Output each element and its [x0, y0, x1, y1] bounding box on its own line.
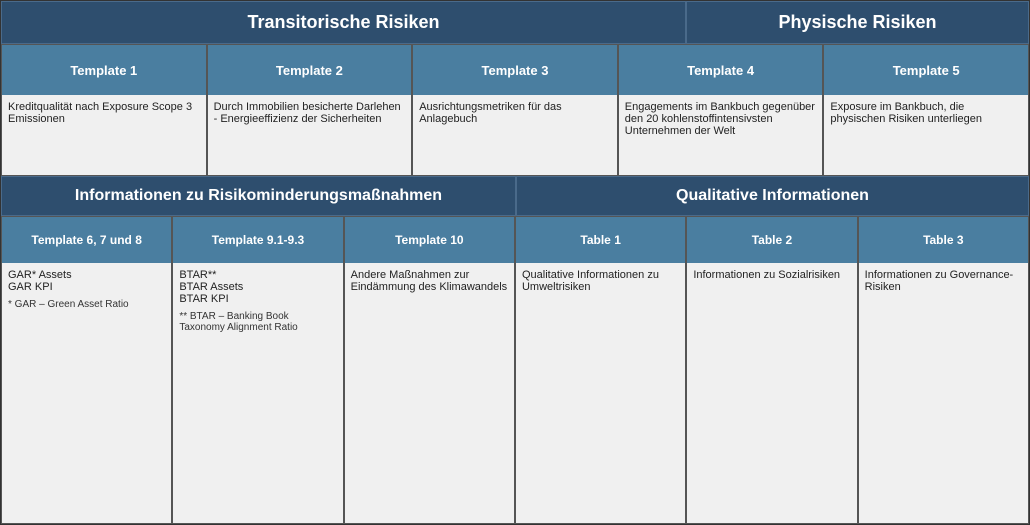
bottom-col-1: Template 6, 7 und 8 GAR* AssetsGAR KPI *… — [1, 216, 172, 524]
bottom-template-10-body: Andere Maßnahmen zur Eindämmung des Klim… — [345, 263, 514, 523]
template-4-header: Template 4 — [619, 45, 823, 95]
bottom-row: Template 6, 7 und 8 GAR* AssetsGAR KPI *… — [1, 216, 1029, 524]
bottom-table3-header: Table 3 — [859, 217, 1028, 263]
header-row: Transitorische Risiken Physische Risiken — [1, 1, 1029, 44]
top-templates-row: Template 1 Kreditqualität nach Exposure … — [1, 44, 1029, 176]
section-risiko: Informationen zu Risikominderungsmaßnahm… — [1, 176, 516, 216]
section-row: Informationen zu Risikominderungsmaßnahm… — [1, 176, 1029, 216]
template-1-body: Kreditqualität nach Exposure Scope 3 Emi… — [2, 95, 206, 175]
template-col-5: Template 5 Exposure im Bankbuch, die phy… — [823, 44, 1029, 176]
header-transitorische-label: Transitorische Risiken — [247, 12, 439, 32]
template-2-header: Template 2 — [208, 45, 412, 95]
bottom-template-678-footnote: * GAR – Green Asset Ratio — [8, 299, 165, 310]
template-4-body: Engagements im Bankbuch gegenüber den 20… — [619, 95, 823, 175]
template-1-header: Template 1 — [2, 45, 206, 95]
section-qualitative: Qualitative Informationen — [516, 176, 1029, 216]
bottom-template-91-93-footnote: ** BTAR – Banking Book Taxonomy Alignmen… — [179, 311, 336, 333]
bottom-template-678-header: Template 6, 7 und 8 — [2, 217, 171, 263]
bottom-table2-header: Table 2 — [687, 217, 856, 263]
header-physische-label: Physische Risiken — [778, 12, 936, 32]
template-col-1: Template 1 Kreditqualität nach Exposure … — [1, 44, 207, 176]
template-col-2: Template 2 Durch Immobilien besicherte D… — [207, 44, 413, 176]
bottom-template-678-body: GAR* AssetsGAR KPI * GAR – Green Asset R… — [2, 263, 171, 523]
template-3-header: Template 3 — [413, 45, 617, 95]
bottom-col-2: Template 9.1-9.3 BTAR**BTAR AssetsBTAR K… — [172, 216, 343, 524]
bottom-template-91-93-body: BTAR**BTAR AssetsBTAR KPI ** BTAR – Bank… — [173, 263, 342, 523]
template-5-header: Template 5 — [824, 45, 1028, 95]
header-transitorische: Transitorische Risiken — [1, 1, 686, 44]
template-col-4: Template 4 Engagements im Bankbuch gegen… — [618, 44, 824, 176]
template-col-3: Template 3 Ausrichtungsmetriken für das … — [412, 44, 618, 176]
bottom-col-table2: Table 2 Informationen zu Sozialrisiken — [686, 216, 857, 524]
template-3-body: Ausrichtungsmetriken für das Anlagebuch — [413, 95, 617, 175]
bottom-table3-body: Informationen zu Governance-Risiken — [859, 263, 1028, 523]
bottom-col-table3: Table 3 Informationen zu Governance-Risi… — [858, 216, 1029, 524]
template-2-body: Durch Immobilien besicherte Darlehen - E… — [208, 95, 412, 175]
bottom-col-3: Template 10 Andere Maßnahmen zur Eindämm… — [344, 216, 515, 524]
bottom-col-table1: Table 1 Qualitative Informationen zu Umw… — [515, 216, 686, 524]
bottom-template-10-header: Template 10 — [345, 217, 514, 263]
template-5-body: Exposure im Bankbuch, die physischen Ris… — [824, 95, 1028, 175]
bottom-table1-body: Qualitative Informationen zu Umweltrisik… — [516, 263, 685, 523]
header-physische: Physische Risiken — [686, 1, 1029, 44]
bottom-template-91-93-header: Template 9.1-9.3 — [173, 217, 342, 263]
bottom-table1-header: Table 1 — [516, 217, 685, 263]
bottom-table2-body: Informationen zu Sozialrisiken — [687, 263, 856, 523]
